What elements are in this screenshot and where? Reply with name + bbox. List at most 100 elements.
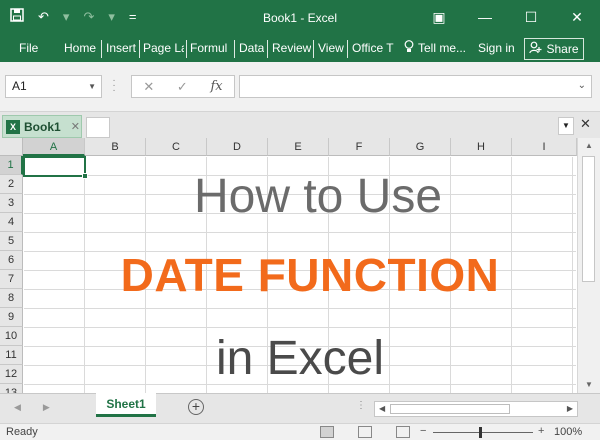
normal-view-icon[interactable] [320, 426, 334, 438]
maximize-icon[interactable]: ☐ [508, 0, 554, 36]
zoom-slider-knob[interactable] [479, 427, 482, 438]
enter-check-icon[interactable]: ✓ [177, 79, 188, 95]
close-window-icon[interactable]: ✕ [580, 116, 591, 132]
workbook-tab-label: Book1 [24, 119, 61, 134]
select-all-corner[interactable] [0, 138, 23, 156]
row-header-6[interactable]: 6 [0, 251, 23, 270]
chevron-down-icon[interactable]: ▼ [88, 76, 96, 97]
drag-handle-icon[interactable]: · · · [111, 76, 117, 96]
zoom-slider[interactable] [433, 432, 533, 433]
vertical-scroll-thumb[interactable] [582, 156, 595, 282]
status-bar: Ready − + 100% [0, 423, 600, 440]
page-layout-view-icon[interactable] [358, 426, 372, 438]
view-buttons [320, 426, 410, 438]
tell-me-label: Tell me... [418, 41, 467, 55]
chevron-left-icon[interactable]: ◀ [14, 402, 21, 413]
row-header-13[interactable]: 13 [0, 384, 23, 393]
column-header-f[interactable]: F [329, 138, 390, 156]
lightbulb-icon [404, 40, 414, 56]
row-header-1[interactable]: 1 [0, 156, 23, 175]
sheet-tab-sheet1[interactable]: Sheet1 [96, 393, 156, 417]
new-workbook-tab-button[interactable] [86, 117, 110, 138]
title-bar: ↶ ▾ ↷ ▾ = Book1 - Excel ▣ — ☐ ✕ [0, 0, 600, 36]
column-header-c[interactable]: C [146, 138, 207, 156]
row-header-11[interactable]: 11 [0, 346, 23, 365]
ribbon-separator [313, 40, 314, 58]
share-button[interactable]: Share [524, 38, 584, 60]
ribbon-separator [186, 40, 187, 58]
ribbon-display-icon[interactable]: ▣ [416, 0, 462, 36]
row-header-5[interactable]: 5 [0, 232, 23, 251]
scroll-up-icon[interactable]: ▲ [578, 141, 600, 150]
tab-data[interactable]: Data [239, 41, 264, 55]
formula-input[interactable]: ⌄ [239, 75, 592, 98]
fill-handle[interactable] [82, 173, 88, 179]
insert-function-button[interactable]: fx [210, 79, 222, 94]
row-header-4[interactable]: 4 [0, 213, 23, 232]
spreadsheet-grid: A B C D E F G H I 1 2 3 4 5 6 7 8 9 10 1… [0, 138, 600, 393]
workbook-tab-strip: X Book1 ✕ ▼ ✕ [0, 112, 600, 138]
sheet-tab-bar: ◀ ▶ Sheet1 + ⋮ ◀ ▶ [0, 393, 600, 423]
add-sheet-icon[interactable]: + [188, 399, 204, 415]
column-header-a[interactable]: A [23, 138, 85, 156]
column-header-e[interactable]: E [268, 138, 329, 156]
tab-list-dropdown-icon[interactable]: ▼ [558, 117, 574, 135]
vertical-scrollbar[interactable]: ▲ ▼ [577, 138, 600, 393]
row-header-9[interactable]: 9 [0, 308, 23, 327]
column-header-g[interactable]: G [390, 138, 451, 156]
expand-formula-bar-icon[interactable]: ⌄ [578, 80, 586, 91]
excel-file-icon: X [6, 119, 20, 134]
page-break-view-icon[interactable] [396, 426, 410, 438]
ribbon-separator [101, 40, 102, 58]
ribbon-separator [347, 40, 348, 58]
tab-page-layout[interactable]: Page La [143, 41, 184, 55]
zoom-in-icon[interactable]: + [538, 425, 544, 437]
cancel-icon[interactable]: ✕ [143, 79, 154, 95]
scroll-left-icon[interactable]: ◀ [379, 404, 385, 413]
tab-view[interactable]: View [318, 41, 344, 55]
ribbon-tab-bar: File Home Insert Page La Formul Data Rev… [0, 36, 600, 62]
horizontal-scroll-thumb[interactable] [390, 404, 510, 414]
column-header-b[interactable]: B [85, 138, 146, 156]
tab-home[interactable]: Home [64, 41, 96, 55]
chevron-right-icon[interactable]: ▶ [43, 402, 50, 413]
sign-in-link[interactable]: Sign in [478, 41, 515, 55]
ribbon-separator [234, 40, 235, 58]
formula-bar-area: A1 ▼ · · · ✕ ✓ fx ⌄ [0, 62, 600, 112]
zoom-level[interactable]: 100% [554, 426, 582, 438]
status-ready: Ready [6, 426, 38, 438]
ribbon-separator [139, 40, 140, 58]
selected-cell-a1[interactable] [23, 156, 88, 179]
column-header-d[interactable]: D [207, 138, 268, 156]
row-header-7[interactable]: 7 [0, 270, 23, 289]
split-handle-icon[interactable]: ⋮ [356, 400, 366, 411]
close-icon[interactable]: ✕ [554, 0, 600, 36]
row-header-8[interactable]: 8 [0, 289, 23, 308]
tab-office-tab[interactable]: Office T [352, 41, 396, 55]
sheet-nav-arrows: ◀ ▶ [14, 402, 50, 413]
tab-file[interactable]: File [19, 41, 38, 55]
row-header-3[interactable]: 3 [0, 194, 23, 213]
close-tab-icon[interactable]: ✕ [71, 120, 80, 133]
workbook-tab[interactable]: X Book1 ✕ [2, 115, 82, 138]
row-header-2[interactable]: 2 [0, 175, 23, 194]
tab-formulas[interactable]: Formul [190, 41, 232, 55]
column-header-h[interactable]: H [451, 138, 512, 156]
formula-buttons: ✕ ✓ fx [131, 75, 235, 98]
row-header-12[interactable]: 12 [0, 365, 23, 384]
zoom-out-icon[interactable]: − [420, 425, 426, 437]
window-controls: ▣ — ☐ ✕ [416, 0, 600, 36]
name-box[interactable]: A1 ▼ [5, 75, 102, 98]
tell-me-box[interactable]: Tell me... [404, 40, 466, 56]
scroll-down-icon[interactable]: ▼ [578, 380, 600, 389]
row-header-10[interactable]: 10 [0, 327, 23, 346]
tab-insert[interactable]: Insert [106, 41, 136, 55]
column-header-i[interactable]: I [512, 138, 577, 156]
horizontal-scrollbar[interactable]: ◀ ▶ [374, 401, 578, 417]
tab-review[interactable]: Review [272, 41, 311, 55]
minimize-icon[interactable]: — [462, 0, 508, 36]
share-person-icon [529, 41, 542, 57]
name-box-value: A1 [12, 79, 27, 93]
scroll-right-icon[interactable]: ▶ [567, 404, 573, 413]
cell-area[interactable] [24, 157, 576, 393]
